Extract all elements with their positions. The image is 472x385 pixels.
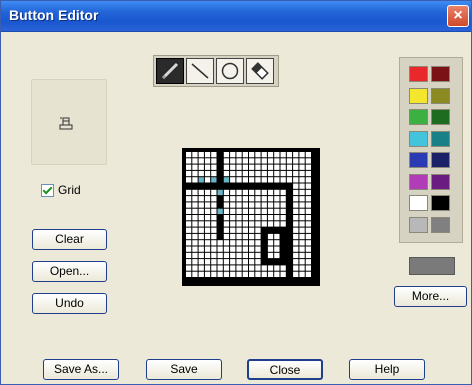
eraser-icon	[251, 62, 269, 80]
color-swatch[interactable]	[409, 87, 428, 104]
color-swatch[interactable]	[431, 66, 450, 82]
color-swatch[interactable]	[431, 173, 450, 190]
grid-checkbox-box[interactable]	[41, 183, 54, 197]
more-colors-button[interactable]: More...	[394, 286, 467, 307]
save-as-button[interactable]: Save As...	[43, 359, 119, 380]
open-button[interactable]: Open...	[32, 261, 107, 282]
undo-button[interactable]: Undo	[32, 293, 107, 314]
color-swatch[interactable]	[409, 130, 428, 147]
circle-icon	[221, 62, 239, 80]
grid-checkbox[interactable]: Grid	[41, 183, 81, 197]
color-swatch[interactable]	[431, 152, 450, 168]
button-editor-window: Button Editor × Grid Clear Open... Undo	[0, 0, 472, 385]
selected-color-preview	[409, 257, 455, 275]
color-swatch[interactable]	[431, 130, 450, 147]
grid-checkbox-label: Grid	[58, 183, 81, 197]
pixel-grid-canvas[interactable]	[182, 148, 320, 286]
clear-button[interactable]: Clear	[32, 229, 107, 250]
color-swatch[interactable]	[431, 216, 450, 233]
color-swatch[interactable]	[409, 152, 428, 168]
title-bar[interactable]: Button Editor ×	[1, 1, 471, 32]
button-preview	[31, 79, 107, 165]
close-window-icon[interactable]: ×	[447, 5, 469, 27]
save-button[interactable]: Save	[146, 359, 222, 380]
color-swatch[interactable]	[431, 109, 450, 125]
circle-tool[interactable]	[216, 58, 244, 84]
pencil-icon	[161, 62, 179, 80]
line-tool[interactable]	[186, 58, 214, 84]
help-button[interactable]: Help	[349, 359, 425, 380]
color-swatch[interactable]	[431, 87, 450, 104]
window-title: Button Editor	[9, 7, 99, 23]
button-preview-icon	[59, 117, 73, 130]
eraser-tool[interactable]	[246, 58, 274, 84]
color-swatch[interactable]	[409, 109, 428, 125]
line-icon	[191, 63, 209, 79]
pencil-tool[interactable]	[156, 58, 184, 84]
drawing-toolbar	[153, 55, 279, 87]
color-swatch[interactable]	[431, 195, 450, 211]
color-swatch[interactable]	[409, 195, 428, 211]
color-palette	[399, 57, 463, 243]
color-swatch[interactable]	[409, 66, 428, 82]
color-swatch[interactable]	[409, 173, 428, 190]
color-swatch[interactable]	[409, 216, 428, 233]
close-button[interactable]: Close	[247, 359, 323, 380]
